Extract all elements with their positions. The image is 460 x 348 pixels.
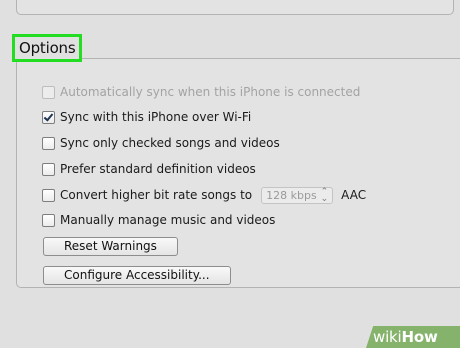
configure-accessibility-button[interactable]: Configure Accessibility... [43,266,231,285]
convert-bitrate-label[interactable]: Convert higher bit rate songs to [60,188,252,202]
bitrate-select[interactable]: 128 kbps ⌃ ⌄ [261,186,334,204]
watermark-logo: wikiHow [373,328,438,346]
bitrate-unit: AAC [341,188,367,202]
chevron-updown-icon: ⌃ ⌄ [320,186,329,204]
prefer-sd-label[interactable]: Prefer standard definition videos [60,162,256,176]
wifi-sync-checkbox[interactable] [42,110,55,124]
bitrate-value: 128 kbps [266,188,317,202]
sync-checked-label[interactable]: Sync only checked songs and videos [60,136,280,150]
auto-sync-checkbox[interactable] [42,85,55,99]
convert-bitrate-checkbox[interactable] [42,188,55,202]
manual-manage-label[interactable]: Manually manage music and videos [60,213,275,227]
manual-manage-option: Manually manage music and videos [42,211,275,229]
previous-section-panel [16,0,454,15]
prefer-sd-checkbox[interactable] [42,162,55,176]
sync-checked-checkbox[interactable] [42,136,55,150]
watermark-part1: wiki [373,328,402,346]
auto-sync-label: Automatically sync when this iPhone is c… [60,85,361,99]
prefer-sd-option: Prefer standard definition videos [42,160,256,178]
auto-sync-option: Automatically sync when this iPhone is c… [42,83,360,101]
section-title-options: Options [12,34,83,62]
convert-bitrate-option: Convert higher bit rate songs to 128 kbp… [42,186,366,204]
manual-manage-checkbox[interactable] [42,213,55,227]
wifi-sync-option: Sync with this iPhone over Wi-Fi [42,108,251,126]
wifi-sync-label[interactable]: Sync with this iPhone over Wi-Fi [60,110,251,124]
sync-checked-option: Sync only checked songs and videos [42,134,280,152]
reset-warnings-button[interactable]: Reset Warnings [43,237,178,256]
watermark-part2: How [401,328,438,346]
